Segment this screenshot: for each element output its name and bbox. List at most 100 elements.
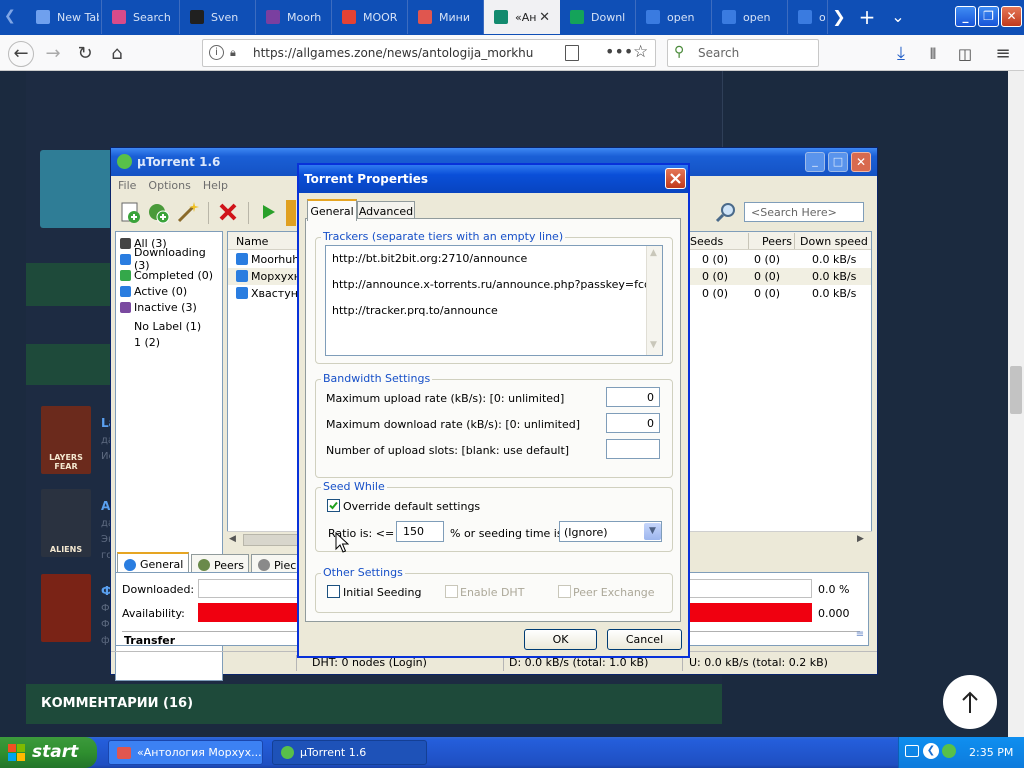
create-torrent-icon[interactable]: [176, 200, 202, 226]
remove-torrent-icon[interactable]: [216, 200, 242, 226]
tab-item[interactable]: open: [712, 0, 788, 34]
tab-item[interactable]: Sven: [180, 0, 256, 34]
tab-item[interactable]: «Ан ✕: [484, 0, 560, 34]
dialog-close-button[interactable]: [665, 168, 686, 189]
forward-arrow-icon[interactable]: →: [42, 43, 64, 65]
tab-general[interactable]: General: [307, 199, 357, 221]
url-text[interactable]: https://allgames.zone/news/antologija_mo…: [253, 46, 533, 60]
scroll-right-icon[interactable]: ▶: [857, 534, 864, 544]
reload-icon[interactable]: ↻: [74, 43, 96, 65]
clock[interactable]: 2:35 PM: [969, 746, 1013, 759]
torrent-peers: 0 (0): [754, 287, 781, 300]
restore-button[interactable]: ❐: [978, 6, 999, 27]
max-download-input[interactable]: 0: [606, 413, 660, 433]
sidebar-category[interactable]: Completed (0): [120, 267, 213, 283]
sidebar-category[interactable]: Active (0): [120, 283, 187, 299]
sidebar-icon[interactable]: ◫: [954, 43, 976, 65]
show-hidden-icons-icon[interactable]: ❮: [923, 743, 939, 759]
info-icon[interactable]: i: [209, 45, 224, 60]
sidebar-category[interactable]: Downloading (3): [120, 246, 222, 272]
trackers-scrollbar[interactable]: ▲ ▼: [646, 246, 662, 355]
minimize-button[interactable]: _: [955, 6, 976, 27]
tab-item[interactable]: Мини: [408, 0, 484, 34]
override-defaults-label[interactable]: Override default settings: [343, 500, 480, 513]
scroll-up-icon[interactable]: ▲: [650, 248, 657, 258]
ok-button[interactable]: OK: [524, 629, 597, 650]
initial-seeding-checkbox[interactable]: [327, 585, 340, 598]
sidebar-category[interactable]: Inactive (3): [120, 299, 197, 315]
seeding-time-select[interactable]: (Ignore) ▼: [559, 521, 662, 542]
home-icon[interactable]: ⌂: [106, 43, 128, 65]
close-window-button[interactable]: ✕: [1001, 6, 1022, 27]
cancel-button[interactable]: Cancel: [607, 629, 682, 650]
search-engine-icon[interactable]: [714, 200, 740, 226]
add-torrent-icon[interactable]: [118, 200, 144, 226]
add-url-icon[interactable]: [146, 200, 172, 226]
keyboard-icon[interactable]: [905, 745, 919, 757]
sidebar-label-item[interactable]: 1 (2): [134, 336, 160, 349]
resize-grip-icon[interactable]: ≡: [852, 629, 868, 645]
upload-slots-input[interactable]: [606, 439, 660, 459]
dropdown-arrow-icon[interactable]: ▼: [644, 523, 661, 540]
downloads-icon[interactable]: ⤓: [890, 43, 912, 65]
bookmark-star-icon[interactable]: ☆: [633, 42, 648, 62]
column-name[interactable]: Name: [236, 235, 268, 248]
trackers-textarea[interactable]: http://bt.bit2bit.org:2710/announce http:…: [325, 245, 663, 356]
scroll-tabs-left-icon[interactable]: ❮: [4, 8, 16, 24]
tab-item[interactable]: o: [788, 0, 828, 34]
taskbar-item-firefox[interactable]: «Антология Морхух...: [108, 740, 263, 765]
pause-torrent-icon[interactable]: [286, 200, 296, 226]
start-torrent-icon[interactable]: [256, 200, 282, 226]
utorrent-tray-icon[interactable]: [942, 744, 956, 758]
scrollbar-thumb[interactable]: [243, 534, 303, 546]
lock-icon[interactable]: 🔒︎: [230, 46, 236, 60]
tab-close-icon[interactable]: ✕: [539, 10, 550, 25]
page-actions-icon[interactable]: •••: [605, 42, 633, 61]
start-button[interactable]: start: [0, 737, 97, 768]
game-cover-image[interactable]: [41, 574, 91, 642]
torrent-seeds: 0 (0): [702, 253, 729, 266]
tab-item[interactable]: Moorh: [256, 0, 332, 34]
scroll-left-icon[interactable]: ◀: [229, 534, 236, 544]
url-bar[interactable]: i 🔒︎ https://allgames.zone/news/antologi…: [202, 39, 656, 67]
utorrent-close-button[interactable]: ✕: [851, 152, 871, 172]
reader-view-icon[interactable]: [565, 45, 579, 61]
tab-item[interactable]: MOOR: [332, 0, 408, 34]
search-bar[interactable]: ⚲ Search: [667, 39, 819, 67]
initial-seeding-label[interactable]: Initial Seeding: [343, 586, 421, 599]
tab-label: Sven: [211, 10, 239, 24]
sidebar-label-item[interactable]: No Label (1): [134, 320, 201, 333]
menu-item-file[interactable]: File: [118, 179, 136, 192]
game-cover-image[interactable]: LAYERS FEAR: [41, 406, 91, 474]
game-cover-image[interactable]: ALIENS: [41, 489, 91, 557]
tab-list-chevron-down-icon[interactable]: ⌄: [887, 6, 909, 28]
page-scrollbar[interactable]: [1008, 71, 1024, 737]
column-peers[interactable]: Peers: [762, 235, 792, 248]
taskbar-item-utorrent[interactable]: µTorrent 1.6: [272, 740, 427, 765]
utorrent-maximize-button[interactable]: □: [828, 152, 848, 172]
ratio-input[interactable]: 150: [396, 521, 444, 542]
menu-item-help[interactable]: Help: [203, 179, 228, 192]
tab-item[interactable]: New Tab: [26, 0, 102, 34]
dialog-title-bar[interactable]: Torrent Properties: [299, 165, 688, 193]
scroll-to-top-button[interactable]: [943, 675, 997, 729]
tab-item[interactable]: Search: [102, 0, 180, 34]
utorrent-search-input[interactable]: <Search Here>: [744, 202, 864, 222]
tab-favicon-icon: [190, 10, 204, 24]
override-defaults-checkbox[interactable]: [327, 499, 340, 512]
scroll-tabs-right-icon[interactable]: ❯: [828, 6, 850, 28]
menu-item-options[interactable]: Options: [148, 179, 190, 192]
column-seeds[interactable]: Seeds: [690, 235, 723, 248]
utorrent-minimize-button[interactable]: _: [805, 152, 825, 172]
max-upload-input[interactable]: 0: [606, 387, 660, 407]
taskbar-item-label: µTorrent 1.6: [300, 746, 367, 759]
new-tab-button[interactable]: +: [856, 6, 878, 28]
menu-hamburger-icon[interactable]: ≡: [992, 43, 1014, 65]
column-down-speed[interactable]: Down speed: [800, 235, 868, 248]
scrollbar-thumb[interactable]: [1010, 366, 1022, 414]
tab-item[interactable]: Downl: [560, 0, 636, 34]
scroll-down-icon[interactable]: ▼: [650, 340, 657, 350]
library-icon[interactable]: ⫴: [922, 43, 944, 65]
tab-item[interactable]: open: [636, 0, 712, 34]
back-arrow-icon[interactable]: ←: [8, 41, 34, 67]
